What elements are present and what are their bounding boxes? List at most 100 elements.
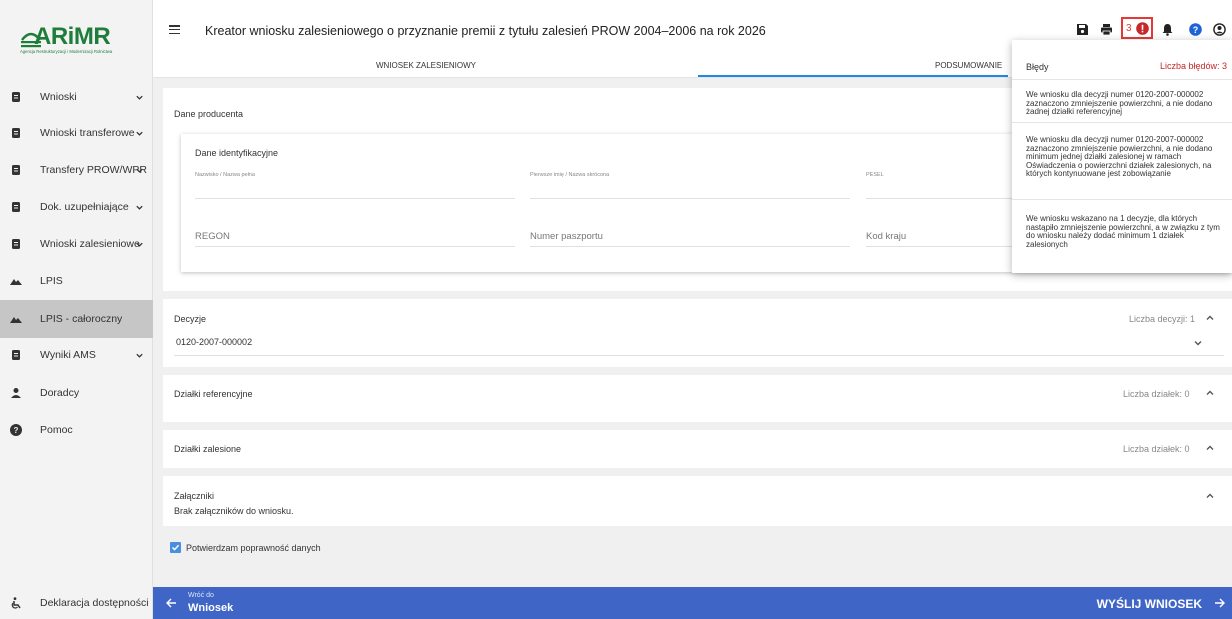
chevron-up-icon[interactable] bbox=[1205, 443, 1215, 453]
forested-plots-section[interactable]: Działki zalesione Liczba działek: 0 bbox=[163, 430, 1232, 468]
sidebar-item-label: Doradcy bbox=[40, 387, 80, 399]
person-icon bbox=[11, 388, 21, 398]
attachments-section: Załączniki Brak załączników do wniosku. bbox=[163, 476, 1232, 526]
passport-underline bbox=[530, 246, 850, 247]
firstname-field[interactable] bbox=[530, 198, 850, 199]
checkmark-icon bbox=[171, 544, 180, 551]
svg-text:?: ? bbox=[14, 426, 19, 435]
sidebar: ARiMR Agencja Restrukturyzacji i Moderni… bbox=[0, 0, 153, 619]
chevron-down-icon bbox=[1194, 341, 1202, 346]
sidebar-item-label: Transfery PROW/WPR bbox=[40, 164, 147, 176]
arimr-logo[interactable]: ARiMR Agencja Restrukturyzacji i Moderni… bbox=[20, 22, 145, 58]
logo-text: ARiMR bbox=[34, 23, 111, 50]
sidebar-item-doradcy[interactable]: Doradcy bbox=[0, 374, 153, 412]
decision-select-value: 0120-2007-000002 bbox=[176, 337, 253, 347]
document-icon bbox=[12, 350, 20, 360]
chevron-up-icon[interactable] bbox=[1205, 491, 1215, 501]
sidebar-item-wyniki-ams[interactable]: Wyniki AMS bbox=[0, 336, 153, 374]
error-indicator[interactable]: 3 bbox=[1121, 17, 1153, 39]
back-button[interactable]: Wróć do Wniosek bbox=[153, 587, 293, 619]
accessibility-declaration-link[interactable]: Deklaracja dostępności bbox=[0, 587, 153, 619]
country-code-field[interactable]: Kod kraju bbox=[866, 231, 906, 242]
confirm-checkbox[interactable] bbox=[170, 542, 181, 553]
confirm-label: Potwierdzam poprawność danych bbox=[186, 543, 321, 553]
reference-plots-section[interactable]: Działki referencyjne Liczba działek: 0 bbox=[163, 375, 1232, 422]
attachments-empty-text: Brak załączników do wniosku. bbox=[174, 506, 294, 516]
bottom-bar: Wróć do Wniosek WYŚLIJ WNIOSEK bbox=[153, 587, 1232, 619]
account-icon[interactable] bbox=[1213, 23, 1226, 36]
document-icon bbox=[12, 128, 20, 138]
forested-plots-title: Działki zalesione bbox=[174, 444, 242, 454]
menu-icon[interactable] bbox=[169, 25, 180, 35]
chevron-down-icon bbox=[136, 95, 143, 100]
sidebar-item-wnioski-transferowe[interactable]: Wnioski transferowe bbox=[0, 114, 153, 152]
chevron-up-icon[interactable] bbox=[1205, 388, 1215, 398]
errors-popover: Błędy Liczba błędów: 3 We wniosku dla de… bbox=[1012, 40, 1232, 273]
error-item[interactable]: We wniosku dla decyzji numer 0120-2007-0… bbox=[1012, 123, 1232, 200]
arrow-left-icon bbox=[166, 598, 176, 608]
sidebar-item-label: Wyniki AMS bbox=[40, 349, 96, 361]
sidebar-item-label: Pomoc bbox=[40, 424, 73, 436]
error-item[interactable]: We wniosku dla decyzji numer 0120-2007-0… bbox=[1012, 80, 1232, 123]
chevron-down-icon bbox=[136, 205, 143, 210]
logo-subtitle: Agencja Restrukturyzacji i Modernizacji … bbox=[20, 49, 113, 54]
accessibility-label: Deklaracja dostępności bbox=[40, 597, 149, 609]
errors-popover-header: Błędy Liczba błędów: 3 bbox=[1012, 40, 1232, 80]
surname-field[interactable] bbox=[195, 198, 515, 199]
chevron-up-icon[interactable] bbox=[1205, 313, 1215, 323]
back-big-label: Wniosek bbox=[188, 602, 234, 614]
errors-title: Błędy bbox=[1026, 62, 1049, 72]
save-icon[interactable] bbox=[1076, 23, 1089, 36]
forested-plots-count: Liczba działek: 0 bbox=[1123, 444, 1190, 454]
reference-plots-title: Działki referencyjne bbox=[174, 389, 253, 399]
bell-icon[interactable] bbox=[1161, 23, 1174, 36]
document-icon bbox=[12, 92, 20, 102]
sidebar-item-wnioski-zalesieniowe[interactable]: Wnioski zalesieniowe bbox=[0, 225, 153, 263]
sidebar-item-wnioski[interactable]: Wnioski bbox=[0, 78, 153, 116]
help-icon: ? bbox=[10, 424, 22, 436]
help-icon[interactable]: ? bbox=[1189, 23, 1202, 36]
sidebar-item-label: Wnioski zalesieniowe bbox=[40, 238, 140, 250]
send-label: WYŚLIJ WNIOSEK bbox=[1096, 597, 1202, 611]
send-button[interactable]: WYŚLIJ WNIOSEK bbox=[1092, 587, 1232, 619]
svg-text:?: ? bbox=[1193, 25, 1199, 35]
tab-podsumowanie[interactable]: PODSUMOWANIE bbox=[935, 61, 1002, 70]
decision-select[interactable]: 0120-2007-000002 bbox=[174, 329, 1224, 356]
reference-plots-count: Liczba działek: 0 bbox=[1123, 389, 1190, 399]
pesel-label: PESEL bbox=[866, 172, 884, 178]
decisions-title: Decyzje bbox=[174, 314, 207, 324]
sidebar-item-dok-uzupelniajace[interactable]: Dok. uzupełniające bbox=[0, 188, 153, 226]
print-icon[interactable] bbox=[1100, 23, 1113, 36]
sidebar-item-transfery[interactable]: Transfery PROW/WPR bbox=[0, 151, 153, 189]
mountain-icon bbox=[10, 279, 22, 285]
sidebar-item-lpis-caloroczny[interactable]: LPIS - całoroczny bbox=[0, 300, 153, 338]
back-small-label: Wróć do bbox=[188, 592, 214, 599]
firstname-label: Pierwsze imię / Nazwa skrócona bbox=[530, 172, 610, 178]
regon-field[interactable]: REGON bbox=[195, 231, 230, 242]
surname-label: Nazwisko / Nazwa pełna bbox=[195, 172, 255, 178]
sidebar-item-lpis[interactable]: LPIS bbox=[0, 262, 153, 300]
passport-field[interactable]: Numer paszportu bbox=[530, 231, 603, 242]
sidebar-item-pomoc[interactable]: ? Pomoc bbox=[0, 411, 153, 449]
page-title: Kreator wniosku zalesieniowego o przyzna… bbox=[205, 24, 766, 38]
error-item[interactable]: We wniosku wskazano na 1 decyzje, dla kt… bbox=[1012, 200, 1232, 273]
sidebar-item-label: Wnioski bbox=[40, 91, 77, 103]
confirm-anchor bbox=[153, 0, 154, 1]
mountain-icon bbox=[10, 317, 22, 323]
error-count: 3 bbox=[1126, 23, 1132, 34]
accessibility-icon bbox=[11, 597, 21, 609]
chevron-down-icon bbox=[136, 131, 143, 136]
document-icon bbox=[12, 165, 20, 175]
tab-wniosek-zalesieniowy[interactable]: WNIOSEK ZALESIENIOWY bbox=[376, 61, 476, 70]
document-icon bbox=[12, 239, 20, 249]
chevron-down-icon bbox=[136, 353, 143, 358]
decisions-section: Decyzje Liczba decyzji: 1 0120-2007-0000… bbox=[163, 299, 1232, 367]
error-icon bbox=[1136, 22, 1149, 35]
sidebar-item-label: LPIS bbox=[40, 275, 63, 287]
attachments-title: Załączniki bbox=[174, 491, 215, 501]
active-tab-indicator bbox=[698, 75, 1008, 77]
sidebar-item-label: Wnioski transferowe bbox=[40, 127, 135, 139]
pesel-field[interactable] bbox=[866, 198, 1016, 199]
chevron-down-icon bbox=[136, 242, 143, 247]
sidebar-item-label: LPIS - całoroczny bbox=[40, 313, 123, 325]
